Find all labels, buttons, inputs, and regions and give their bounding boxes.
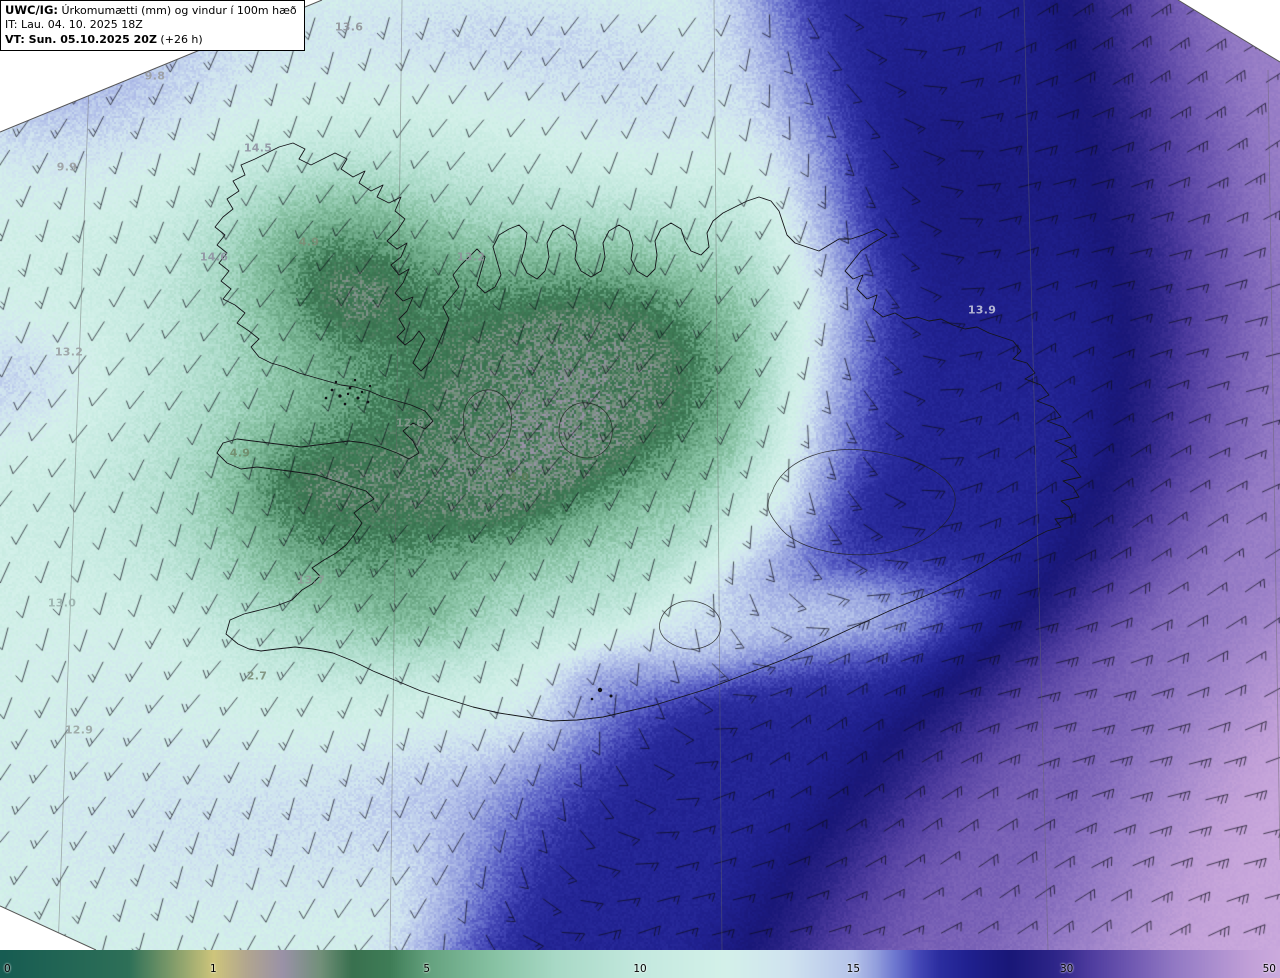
map-title-line: UWC/IG: Úrkomumætti (mm) og vindur í 100… <box>5 3 297 18</box>
islands <box>325 379 613 701</box>
map-corner-mask <box>0 0 1280 950</box>
graticule <box>58 0 1280 950</box>
valid-time: VT: Sun. 05.10.2025 20Z <box>5 33 157 46</box>
colorbar-tick-label: 10 <box>633 963 646 975</box>
colorbar-tick-label: 15 <box>847 963 860 975</box>
colorbar: 0 1 5 10 15 30 50 <box>0 950 1280 978</box>
map-title: Úrkomumætti (mm) og vindur í 100m hæð <box>58 4 297 17</box>
map-overlay-svg <box>0 0 1280 950</box>
colorbar-tick-label: 5 <box>423 963 430 975</box>
glacier-outline <box>463 390 955 649</box>
weather-map: 13.6 9.8 9.9 14.5 14.6 4.9 13.2 13.2 13.9 4.9 12.6… <box>0 0 1280 978</box>
model-name: UWC/IG: <box>5 3 58 17</box>
coastline-path <box>215 143 1081 721</box>
colorbar-tick-label: 50 <box>1263 963 1276 975</box>
valid-offset: (+26 h) <box>157 33 203 46</box>
colorbar-tick-label: 30 <box>1060 963 1073 975</box>
title-box: UWC/IG: Úrkomumætti (mm) og vindur í 100… <box>0 0 305 51</box>
colorbar-ticks: 0 1 5 10 15 30 50 <box>0 950 1280 978</box>
init-time: IT: Lau. 04. 10. 2025 18Z <box>5 18 297 32</box>
colorbar-tick-label: 1 <box>210 963 217 975</box>
colorbar-tick-label: 0 <box>4 963 11 975</box>
valid-time-line: VT: Sun. 05.10.2025 20Z (+26 h) <box>5 33 297 47</box>
